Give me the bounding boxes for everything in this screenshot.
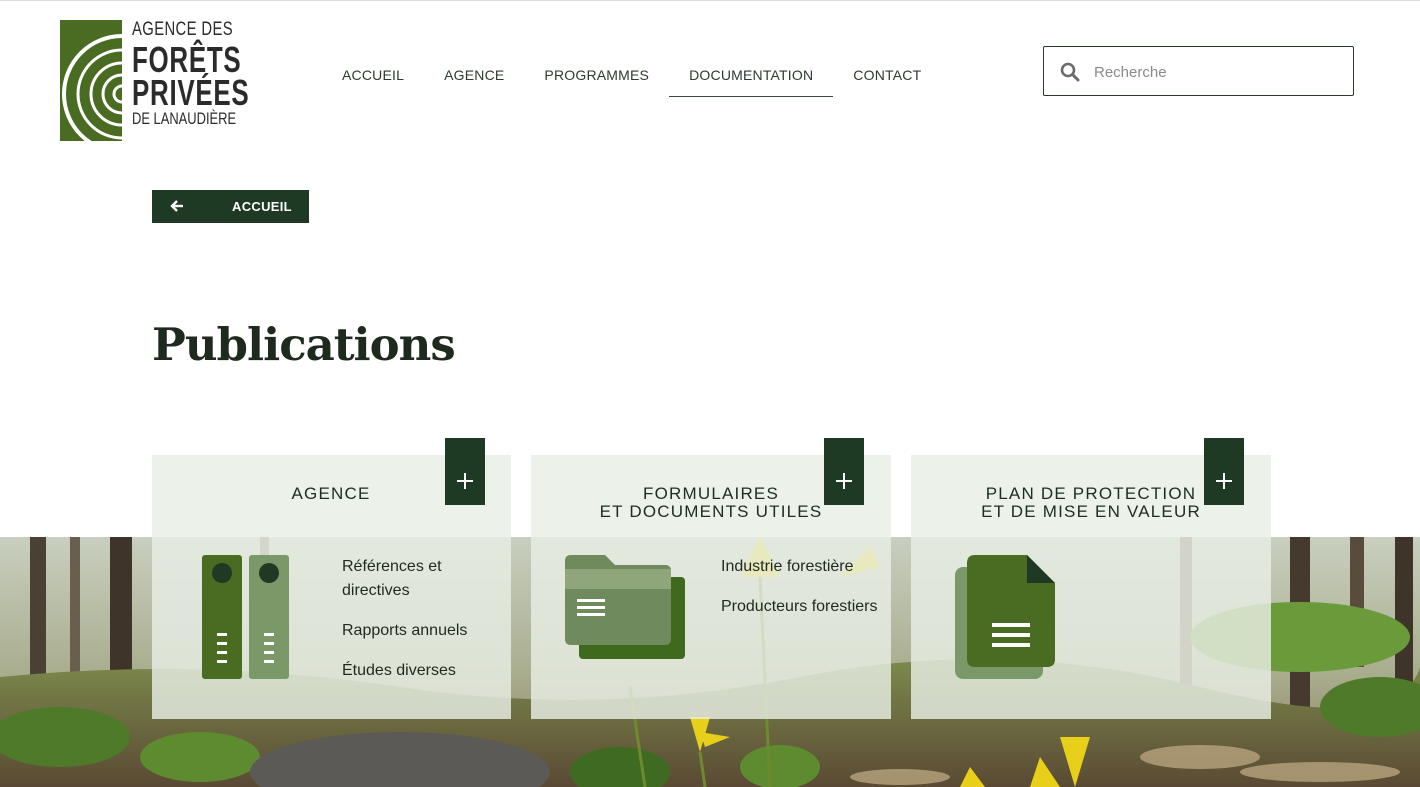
card-links: Références et directives Rapports annuel… xyxy=(342,555,502,699)
card-plan-protection: PLAN DE PROTECTION ET DE MISE EN VALEUR xyxy=(911,438,1271,719)
card-title-line-1: PLAN DE PROTECTION xyxy=(985,484,1197,503)
card-links: Industrie forestière Producteurs foresti… xyxy=(721,555,881,635)
search-input[interactable] xyxy=(1094,59,1334,85)
link-references-directives[interactable]: Références et directives xyxy=(342,555,502,603)
card-title-line-1: FORMULAIRES xyxy=(643,484,779,503)
back-button-label: ACCUEIL xyxy=(232,199,292,214)
card-title: AGENCE xyxy=(152,485,510,503)
back-to-accueil-button[interactable]: ACCUEIL xyxy=(152,190,309,223)
nav-item-agence[interactable]: AGENCE xyxy=(424,55,524,97)
link-industrie-forestiere[interactable]: Industrie forestière xyxy=(721,555,881,579)
nav-item-documentation[interactable]: DOCUMENTATION xyxy=(669,55,834,97)
logo-rings-icon xyxy=(60,20,122,141)
search-icon[interactable] xyxy=(1060,62,1080,82)
arrow-left-icon xyxy=(170,200,183,212)
main-nav: ACCUEIL AGENCE PROGRAMMES DOCUMENTATION … xyxy=(322,55,941,97)
card-title-line-2: ET DE MISE EN VALEUR xyxy=(981,502,1201,521)
nav-item-accueil[interactable]: ACCUEIL xyxy=(322,55,424,97)
card-agence: AGENCE Références et directives Rapports… xyxy=(152,438,511,719)
card-title: FORMULAIRES ET DOCUMENTS UTILES xyxy=(531,485,891,521)
document-icon xyxy=(955,555,1055,679)
search-box[interactable] xyxy=(1043,46,1354,96)
card-title-line-2: ET DOCUMENTS UTILES xyxy=(599,502,823,521)
nav-item-programmes[interactable]: PROGRAMMES xyxy=(524,55,669,97)
site-logo[interactable]: AGENCE DES FORÊTS PRIVÉES DE LANAUDIÈRE xyxy=(60,20,249,142)
logo-line-2: FORÊTS xyxy=(132,39,242,80)
nav-item-contact[interactable]: CONTACT xyxy=(833,55,941,97)
link-rapports-annuels[interactable]: Rapports annuels xyxy=(342,619,502,643)
card-formulaires: FORMULAIRES ET DOCUMENTS UTILES Industri… xyxy=(531,438,891,719)
link-producteurs-forestiers[interactable]: Producteurs forestiers xyxy=(721,595,881,619)
top-border xyxy=(0,0,1420,1)
logo-line-3: PRIVÉES xyxy=(132,72,250,113)
logo-line-4: DE LANAUDIÈRE xyxy=(132,109,237,128)
logo-wordmark: AGENCE DES FORÊTS PRIVÉES DE LANAUDIÈRE xyxy=(132,20,295,130)
folder-icon xyxy=(565,555,685,659)
page-title: Publications xyxy=(152,318,456,371)
binders-icon xyxy=(202,555,289,679)
card-title-line-1: AGENCE xyxy=(291,484,371,503)
link-etudes-diverses[interactable]: Études diverses xyxy=(342,659,502,683)
card-title: PLAN DE PROTECTION ET DE MISE EN VALEUR xyxy=(911,485,1271,521)
